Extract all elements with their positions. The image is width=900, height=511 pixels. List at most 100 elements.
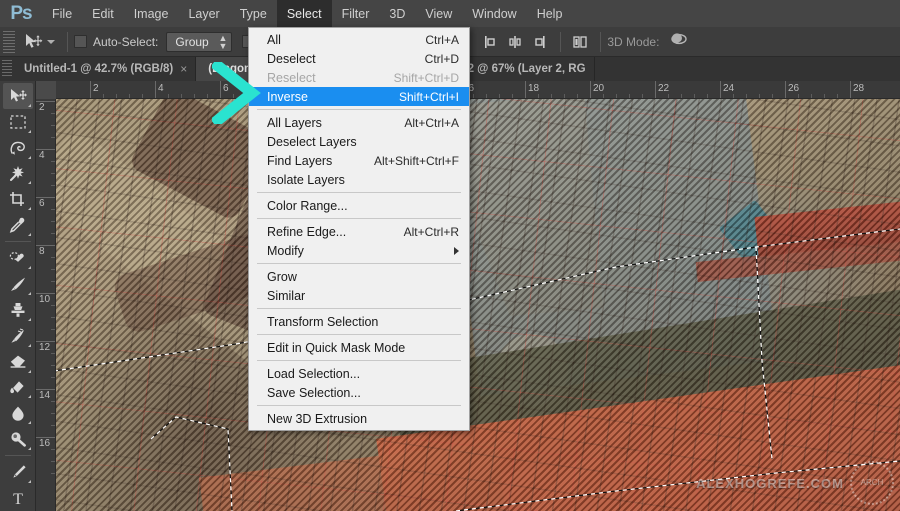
menu-item-accelerator: Alt+Ctrl+A: [404, 115, 459, 130]
menu-item-label: Similar: [267, 288, 306, 303]
vertical-ruler[interactable]: 2 4 6 8 10 12 14 16: [36, 99, 56, 511]
menu-item-label: Refine Edge...: [267, 224, 347, 239]
blur-tool[interactable]: [3, 400, 33, 426]
options-bar-grip[interactable]: [3, 30, 15, 53]
menu-layer[interactable]: Layer: [178, 0, 229, 27]
move-tool[interactable]: [2, 82, 33, 109]
type-tool[interactable]: T: [3, 485, 33, 511]
menu-item-label: Deselect: [267, 51, 316, 66]
pen-tool[interactable]: [3, 459, 33, 485]
vruler-label: 16: [39, 438, 51, 449]
menu-item-label: All: [267, 32, 281, 47]
chevron-updown-icon: ▲ ▼: [218, 32, 228, 51]
distribute-right-edges-icon[interactable]: [529, 31, 551, 53]
menu-image[interactable]: Image: [124, 0, 179, 27]
menu-item-all-layers[interactable]: All Layers Alt+Ctrl+A: [249, 113, 469, 132]
lasso-tool[interactable]: [3, 135, 33, 161]
menu-item-deselect[interactable]: Deselect Ctrl+D: [249, 49, 469, 68]
menu-item-all[interactable]: All Ctrl+A: [249, 30, 469, 49]
menu-item-accelerator: Alt+Ctrl+R: [403, 224, 459, 239]
tools-panel[interactable]: T: [0, 57, 36, 511]
menu-item-transform-selection[interactable]: Transform Selection: [249, 312, 469, 331]
menu-item-find-layers[interactable]: Find Layers Alt+Shift+Ctrl+F: [249, 151, 469, 170]
auto-select-scope-dropdown[interactable]: Group ▲ ▼: [166, 31, 233, 52]
clone-stamp-tool[interactable]: [3, 297, 33, 323]
vruler-label: 12: [39, 342, 51, 353]
menu-item-label: Load Selection...: [267, 366, 361, 381]
move-tool-icon: [26, 33, 43, 48]
menu-view[interactable]: View: [415, 0, 462, 27]
hruler-label: 18: [528, 83, 540, 94]
vruler-label: 10: [39, 294, 51, 305]
menu-select[interactable]: Select: [276, 0, 332, 27]
vruler-label: 4: [39, 150, 45, 161]
hruler-label: 26: [788, 83, 800, 94]
ruler-corner[interactable]: [36, 81, 56, 99]
gradient-tool[interactable]: [3, 375, 33, 401]
menu-item-deselect-layers[interactable]: Deselect Layers: [249, 132, 469, 151]
menu-help[interactable]: Help: [527, 0, 573, 27]
history-brush-tool[interactable]: [3, 323, 33, 349]
menu-item-label: Edit in Quick Mask Mode: [267, 340, 406, 355]
tool-preset-chevron-down-icon[interactable]: [47, 39, 55, 44]
menu-item-label: Modify: [267, 243, 304, 258]
3d-mode-label: 3D Mode:: [607, 34, 660, 49]
menu-item-label: Save Selection...: [267, 385, 361, 400]
menu-item-similar[interactable]: Similar: [249, 286, 469, 305]
hruler-label: 4: [158, 83, 164, 94]
menu-filter[interactable]: Filter: [332, 0, 380, 27]
distribute-horizontal-centers-icon[interactable]: [504, 31, 526, 53]
menu-item-edit-in-quick-mask-mode[interactable]: Edit in Quick Mask Mode: [249, 338, 469, 357]
auto-select-scope-value: Group: [175, 34, 209, 49]
menu-item-isolate-layers[interactable]: Isolate Layers: [249, 170, 469, 189]
brush-tool[interactable]: [3, 271, 33, 297]
select-menu-dropdown[interactable]: All Ctrl+A Deselect Ctrl+D Reselect Shift+Ctr…: [248, 27, 470, 431]
crop-tool[interactable]: [3, 186, 33, 212]
magic-wand-tool[interactable]: [3, 161, 33, 187]
menu-edit[interactable]: Edit: [82, 0, 124, 27]
menu-item-label: Inverse: [267, 89, 308, 104]
menu-item-reselect: Reselect Shift+Ctrl+D: [249, 68, 469, 87]
menu-separator: [257, 405, 461, 406]
menu-item-load-selection[interactable]: Load Selection...: [249, 364, 469, 383]
current-tool-preview[interactable]: [15, 33, 61, 51]
menu-item-label: Isolate Layers: [267, 172, 345, 187]
menu-item-grow[interactable]: Grow: [249, 267, 469, 286]
spot-healing-brush-tool[interactable]: [3, 245, 33, 271]
menu-item-label: Reselect: [267, 70, 316, 85]
menu-item-new-3d-extrusion[interactable]: New 3D Extrusion: [249, 409, 469, 428]
menu-item-modify[interactable]: Modify: [249, 241, 469, 260]
auto-select-checkbox[interactable]: [74, 35, 87, 48]
hruler-label: 2: [93, 83, 99, 94]
orbit-3d-icon[interactable]: [667, 30, 689, 53]
menu-item-refine-edge[interactable]: Refine Edge... Alt+Ctrl+R: [249, 222, 469, 241]
menu-3d[interactable]: 3D: [379, 0, 415, 27]
vruler-label: 14: [39, 390, 51, 401]
menu-separator: [257, 218, 461, 219]
auto-align-layers-icon[interactable]: [570, 31, 592, 53]
dodge-tool[interactable]: [3, 426, 33, 452]
menu-item-accelerator: Alt+Shift+Ctrl+F: [373, 153, 459, 168]
tab-bar-grip[interactable]: [2, 60, 12, 78]
menu-item-label: Deselect Layers: [267, 134, 357, 149]
menu-file[interactable]: File: [42, 0, 82, 27]
eraser-tool[interactable]: [3, 349, 33, 375]
document-tab-1[interactable]: Untitled-1 @ 42.7% (RGB/8) ×: [12, 57, 197, 81]
distribute-left-edges-icon[interactable]: [479, 31, 501, 53]
menu-item-save-selection[interactable]: Save Selection...: [249, 383, 469, 402]
rectangular-marquee-tool[interactable]: [3, 109, 33, 135]
menu-type[interactable]: Type: [230, 0, 277, 27]
menu-separator: [257, 360, 461, 361]
menu-separator: [257, 334, 461, 335]
menu-item-label: Grow: [267, 269, 297, 284]
menu-item-label: Find Layers: [267, 153, 333, 168]
document-canvas[interactable]: ALEXHOGREFE.COM ARCH: [56, 99, 900, 511]
menu-item-label: Transform Selection: [267, 314, 379, 329]
menu-item-color-range[interactable]: Color Range...: [249, 196, 469, 215]
close-icon[interactable]: ×: [180, 62, 187, 76]
menu-item-inverse[interactable]: Inverse Shift+Ctrl+I: [249, 87, 469, 106]
menu-bar[interactable]: Ps File Edit Image Layer Type Select Fil…: [0, 0, 900, 27]
eyedropper-tool[interactable]: [3, 212, 33, 238]
svg-text:T: T: [13, 491, 23, 506]
menu-window[interactable]: Window: [462, 0, 526, 27]
